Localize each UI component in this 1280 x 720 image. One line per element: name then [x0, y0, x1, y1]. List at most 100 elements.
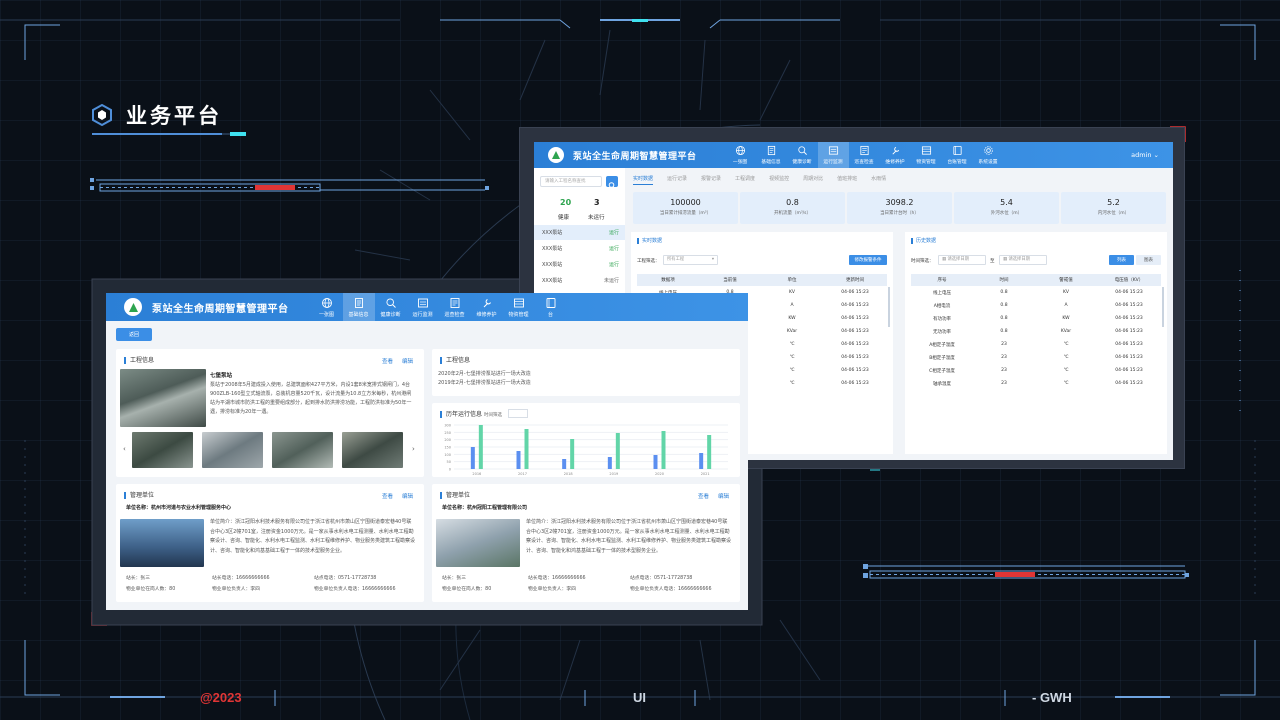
tab[interactable]: 工程调度 — [735, 175, 755, 185]
healthy-label: 健康 — [558, 215, 570, 221]
scrollbar[interactable] — [888, 287, 890, 327]
date-filter-input[interactable] — [508, 409, 528, 418]
start-date-input[interactable]: ▦ 请选择日期 — [938, 255, 986, 265]
magnifier-icon — [797, 146, 807, 155]
alarm-condition-button[interactable]: 修改报警条件 — [849, 255, 887, 265]
unit-field: 物业单位负责人电话：16666666666 — [630, 587, 712, 592]
scrollbar[interactable] — [1162, 287, 1164, 327]
list-view-button[interactable]: 列表 — [1109, 255, 1134, 265]
station-description: 泵站于2008年5月建成投入使用，总建筑面积427平方米，内设1套8米宽排式钢闸… — [210, 382, 412, 415]
nav-item[interactable]: 系统设置 — [973, 142, 1004, 168]
nav-item[interactable]: 一张图 — [311, 293, 343, 321]
unit-field: 站点电话：0571-17728738 — [630, 576, 693, 581]
gallery-photo[interactable] — [132, 432, 193, 468]
tab[interactable]: 报警记录 — [701, 175, 721, 185]
edit-link[interactable]: 编辑 — [718, 492, 729, 500]
x-tick-label: 2018 — [564, 472, 573, 476]
chevron-down-icon: ⌄ — [1153, 151, 1159, 159]
table-cell: B相定子温度 — [929, 355, 955, 361]
unit-field: 物业单位在岗人数：80 — [442, 587, 492, 592]
unit-field: 站长：张三 — [126, 576, 150, 581]
brand-title-text: 业务平台 — [126, 104, 222, 128]
nav-item[interactable]: 运行监测 — [817, 142, 849, 168]
checklist-icon — [859, 145, 869, 156]
stopped-count: 3 — [594, 198, 600, 207]
nav-item[interactable]: 基础信息 — [342, 293, 375, 321]
nav-item[interactable]: 维修养护 — [880, 142, 911, 168]
table-row: B相定子温度 23 ℃ 04-06 15:23 — [911, 351, 1161, 364]
nav-item[interactable]: 台 — [535, 293, 567, 321]
station-item[interactable]: XXX泵站 运行 — [534, 241, 625, 256]
nav-item[interactable]: 台账管理 — [942, 142, 973, 168]
view-link[interactable]: 查看 — [382, 357, 393, 365]
nav-item[interactable]: 健康诊断 — [375, 293, 407, 321]
user-menu[interactable]: admin ⌄ — [1131, 151, 1159, 159]
nav-item[interactable]: 健康诊断 — [787, 142, 818, 168]
history-header: 历史数据 — [911, 238, 936, 244]
nav-item[interactable]: 物资管理 — [503, 293, 535, 321]
nav-item-label: 一张图 — [732, 160, 748, 165]
search-input[interactable]: 请输入工程名称查找 — [540, 176, 602, 187]
management-unit-card: 管理单位 查看 编辑 单位名称：杭州市河道与农业水利管理服务中心 单位简介：浙江… — [116, 484, 424, 602]
tab[interactable]: 实时数据 — [633, 175, 654, 185]
station-photo — [120, 369, 206, 427]
kpi-card: 0.8 开机流量（m³/s） — [740, 192, 845, 224]
table-row: 有功功率 0.8 KW 04-06 15:23 — [911, 312, 1161, 325]
station-item[interactable]: XXX泵站 运行 — [534, 225, 625, 240]
unit-field: 站点电话：0571-17728738 — [314, 576, 377, 581]
gallery-photo[interactable] — [342, 432, 403, 468]
table-cell: A — [790, 303, 794, 308]
wrench-icon — [483, 298, 491, 307]
kpi-label: 内河水位（m） — [1097, 211, 1130, 216]
top-bar: 泵站全生命周期智慧管理平台 一张图 基础信息 健康诊断 运行监测 巡查检查 维修养护 物资管… — [534, 142, 1173, 168]
nav-item-label: 巡查检查 — [444, 311, 465, 318]
edit-link[interactable]: 编辑 — [402, 357, 413, 365]
timeline-line: 2020年2月-七堡排涝泵站进行一场大改造 — [438, 371, 531, 377]
table-cell: ℃ — [1063, 368, 1069, 373]
tab[interactable]: 运行记录 — [667, 175, 687, 185]
table-cell: C相定子温度 — [929, 368, 955, 374]
nav-item[interactable]: 物资管理 — [911, 142, 942, 168]
nav-item[interactable]: 巡查检查 — [849, 142, 880, 168]
station-status: 运行 — [608, 262, 619, 268]
table-row: 线上电压 0.8 KV 04-06 15:23 — [911, 286, 1161, 299]
footer-ui: UI — [633, 690, 646, 705]
unit-field: 站长电话：16666666666 — [212, 576, 270, 581]
chart-view-button[interactable]: 图表 — [1136, 255, 1161, 265]
project-filter-select[interactable]: 所有工程 ▾ — [663, 255, 718, 265]
column-header: 单位 — [787, 278, 797, 283]
tab[interactable]: 周期对比 — [803, 175, 823, 185]
table-cell: 04-06 15:23 — [1115, 381, 1143, 386]
station-item[interactable]: XXX泵站 未运行 — [534, 273, 625, 288]
column-header: 当前值 — [723, 278, 737, 283]
gallery-photo[interactable] — [272, 432, 333, 468]
gallery-photo[interactable] — [202, 432, 263, 468]
tab[interactable]: 水雨情 — [871, 175, 886, 185]
end-date-input[interactable]: ▦ 请选择日期 — [999, 255, 1047, 265]
table-header: 数据项 当前值 单位 更新时间 — [637, 274, 887, 286]
chevron-left-icon[interactable]: ‹ — [123, 445, 126, 453]
chevron-right-icon[interactable]: › — [412, 445, 415, 453]
edit-link[interactable]: 编辑 — [402, 492, 413, 500]
tab[interactable]: 视频监控 — [769, 175, 789, 185]
table-cell: 0.8 — [1000, 303, 1008, 308]
user-name: admin — [1131, 151, 1152, 159]
y-tick-label: 150 — [444, 446, 451, 450]
station-item[interactable]: XXX泵站 运行 — [534, 257, 625, 272]
return-button[interactable]: 返回 — [116, 328, 152, 341]
nav-item[interactable]: 维修养护 — [471, 293, 503, 321]
table-cell: 无功功率 — [933, 329, 951, 335]
kpi-value: 5.2 — [1107, 198, 1120, 207]
tab[interactable]: 值班排班 — [837, 175, 857, 185]
view-link[interactable]: 查看 — [698, 492, 709, 500]
nav-item[interactable]: 巡查检查 — [439, 293, 471, 321]
nav-item[interactable]: 一张图 — [725, 142, 756, 168]
box-icon — [921, 146, 931, 155]
nav-item[interactable]: 基础信息 — [756, 142, 787, 168]
y-tick-label: 0 — [449, 468, 451, 472]
nav-item[interactable]: 运行监测 — [407, 293, 439, 321]
nav-item-label: 一张图 — [318, 311, 334, 318]
view-link[interactable]: 查看 — [382, 492, 393, 500]
bar — [478, 425, 483, 469]
search-button[interactable] — [606, 176, 618, 189]
